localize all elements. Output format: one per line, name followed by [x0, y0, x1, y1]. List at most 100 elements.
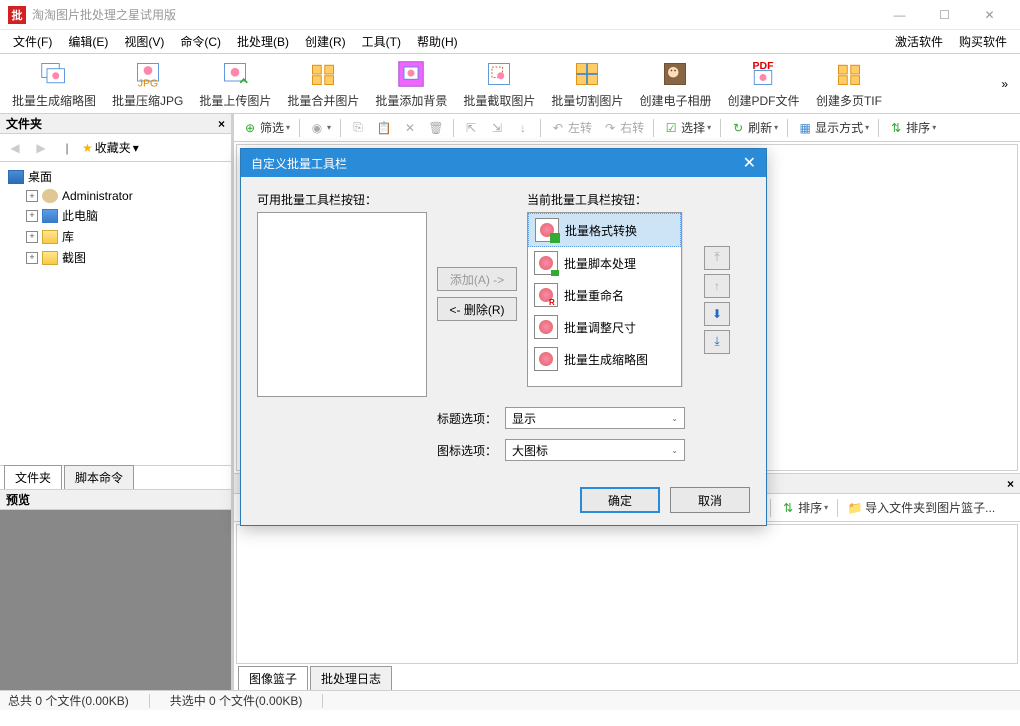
- tool-tif[interactable]: 创建多页TIF: [811, 57, 886, 111]
- select-button[interactable]: ☑选择▾: [659, 117, 715, 138]
- expand-icon[interactable]: +: [26, 190, 38, 202]
- tool-pdf[interactable]: PDF创建PDF文件: [723, 57, 803, 111]
- tab-basket[interactable]: 图像篮子: [238, 666, 308, 690]
- content-toolbar: ⊕筛选▾ ◉▾ ⎘ 📋 ✕ 🗑 ⇱ ⇲ ↓ ↶左转 ↷右转 ☑选择▾ ↻刷新▾ …: [234, 114, 1020, 142]
- list-item[interactable]: 批量格式转换: [528, 213, 681, 247]
- favorites-dropdown[interactable]: ★ 收藏夹 ▾: [82, 139, 139, 156]
- folder-import-icon: 📁: [847, 500, 863, 516]
- copy-button[interactable]: ⎘: [346, 118, 370, 138]
- move-top-button[interactable]: ⤒: [704, 246, 730, 270]
- move1-button[interactable]: ⇱: [459, 118, 483, 138]
- current-listbox[interactable]: 批量格式转换 批量脚本处理 R批量重命名 批量调整尺寸 批量生成缩略图: [527, 212, 682, 387]
- move-down-button[interactable]: ⬇: [704, 302, 730, 326]
- copy-icon: ⎘: [350, 120, 366, 136]
- merge-icon: [307, 59, 339, 90]
- icon-option-select[interactable]: 大图标⌄: [505, 439, 685, 461]
- delete-icon: ✕: [402, 120, 418, 136]
- scrollbar[interactable]: [682, 212, 698, 387]
- menu-help[interactable]: 帮助(H): [409, 31, 466, 52]
- list-item[interactable]: 批量脚本处理: [528, 247, 681, 279]
- toolbar-more-button[interactable]: »: [997, 73, 1012, 95]
- tab-script[interactable]: 脚本命令: [64, 465, 134, 489]
- import-folder-button[interactable]: 📁导入文件夹到图片篮子...: [843, 497, 999, 518]
- tab-log[interactable]: 批处理日志: [310, 666, 392, 690]
- tree-screenshot[interactable]: +截图: [22, 247, 227, 268]
- tool-merge[interactable]: 批量合并图片: [283, 57, 363, 111]
- sort-icon: ⇅: [888, 120, 904, 136]
- tab-folder[interactable]: 文件夹: [4, 465, 62, 489]
- down-icon: ⬇: [712, 307, 722, 321]
- list-item[interactable]: 批量调整尺寸: [528, 311, 681, 343]
- folder-panel-close[interactable]: ×: [218, 117, 225, 131]
- tree-admin[interactable]: +Administrator: [22, 187, 227, 205]
- menu-tools[interactable]: 工具(T): [354, 31, 409, 52]
- title-option-label: 标题选项：: [437, 410, 497, 427]
- tree-lib[interactable]: +库: [22, 226, 227, 247]
- tree-pc[interactable]: +此电脑: [22, 205, 227, 226]
- dialog-close-button[interactable]: ✕: [743, 153, 756, 173]
- refresh-button[interactable]: ↻刷新▾: [726, 117, 782, 138]
- menu-batch[interactable]: 批处理(B): [229, 31, 297, 52]
- tool-thumbnail[interactable]: 批量生成缩略图: [8, 57, 100, 111]
- title-option-select[interactable]: 显示⌄: [505, 407, 685, 429]
- menu-edit[interactable]: 编辑(E): [60, 31, 116, 52]
- tool-upload[interactable]: 批量上传图片: [195, 57, 275, 111]
- tree-desktop[interactable]: 桌面: [4, 166, 227, 187]
- titlebar: 批 淘淘图片批处理之星试用版 — ☐ ✕: [0, 0, 1020, 30]
- folder-panel-title: 文件夹: [6, 115, 42, 132]
- expand-icon[interactable]: +: [26, 231, 38, 243]
- delete-button[interactable]: ✕: [398, 118, 422, 138]
- maximize-button[interactable]: ☐: [922, 0, 967, 30]
- menu-create[interactable]: 创建(R): [297, 31, 354, 52]
- basket-close[interactable]: ×: [1007, 477, 1014, 491]
- folder-tree[interactable]: 桌面 +Administrator +此电脑 +库 +截图: [0, 162, 231, 465]
- move-bottom-button[interactable]: ⤓: [704, 330, 730, 354]
- buy-link[interactable]: 购买软件: [951, 31, 1015, 52]
- tool-slice[interactable]: 批量切割图片: [547, 57, 627, 111]
- nav-sep: |: [56, 137, 78, 159]
- available-listbox[interactable]: [257, 212, 427, 397]
- menu-view[interactable]: 视图(V): [116, 31, 172, 52]
- sort-button[interactable]: ⇅排序▾: [884, 117, 940, 138]
- move3-button[interactable]: ↓: [511, 118, 535, 138]
- filter-icon: ⊕: [242, 120, 258, 136]
- cancel-button[interactable]: 取消: [670, 487, 750, 513]
- basket-body[interactable]: [236, 524, 1018, 664]
- b-sort-button[interactable]: ⇅排序▾: [776, 497, 832, 518]
- dialog-titlebar[interactable]: 自定义批量工具栏 ✕: [241, 149, 766, 177]
- trash-button[interactable]: 🗑: [424, 118, 448, 138]
- refresh-icon: ↻: [730, 120, 746, 136]
- list-item[interactable]: 批量生成缩略图: [528, 343, 681, 375]
- ok-button[interactable]: 确定: [580, 487, 660, 513]
- remove-button[interactable]: <- 删除(R): [437, 297, 517, 321]
- display-button[interactable]: ▦显示方式▾: [793, 117, 873, 138]
- move2-button[interactable]: ⇲: [485, 118, 509, 138]
- move-up-button[interactable]: ↑: [704, 274, 730, 298]
- rotate-left-button[interactable]: ↶左转: [546, 117, 596, 138]
- nav-back-button[interactable]: ◀: [4, 137, 26, 159]
- rotate-right-button[interactable]: ↷右转: [598, 117, 648, 138]
- minimize-button[interactable]: —: [877, 0, 922, 30]
- preview-area: [0, 510, 231, 690]
- nav-forward-button[interactable]: ▶: [30, 137, 52, 159]
- menu-file[interactable]: 文件(F): [5, 31, 60, 52]
- menu-command[interactable]: 命令(C): [172, 31, 229, 52]
- tool-album[interactable]: 创建电子相册: [635, 57, 715, 111]
- folder-nav-toolbar: ◀ ▶ | ★ 收藏夹 ▾: [0, 134, 231, 162]
- svg-text:PDF: PDF: [753, 60, 775, 72]
- list-item[interactable]: R批量重命名: [528, 279, 681, 311]
- thumbnail-icon: [38, 59, 70, 90]
- expand-icon[interactable]: +: [26, 210, 38, 222]
- tool-crop[interactable]: 批量截取图片: [459, 57, 539, 111]
- add-button[interactable]: 添加(A) ->: [437, 267, 517, 291]
- paste-button[interactable]: 📋: [372, 118, 396, 138]
- tool-jpg[interactable]: JPG批量压缩JPG: [108, 57, 187, 111]
- expand-icon[interactable]: +: [26, 252, 38, 264]
- close-button[interactable]: ✕: [967, 0, 1012, 30]
- user-icon: [42, 189, 58, 203]
- action1-button[interactable]: ◉▾: [305, 118, 335, 138]
- tool-background[interactable]: 批量添加背景: [371, 57, 451, 111]
- bottom-icon: ⤓: [714, 334, 719, 349]
- filter-button[interactable]: ⊕筛选▾: [238, 117, 294, 138]
- activate-link[interactable]: 激活软件: [887, 31, 951, 52]
